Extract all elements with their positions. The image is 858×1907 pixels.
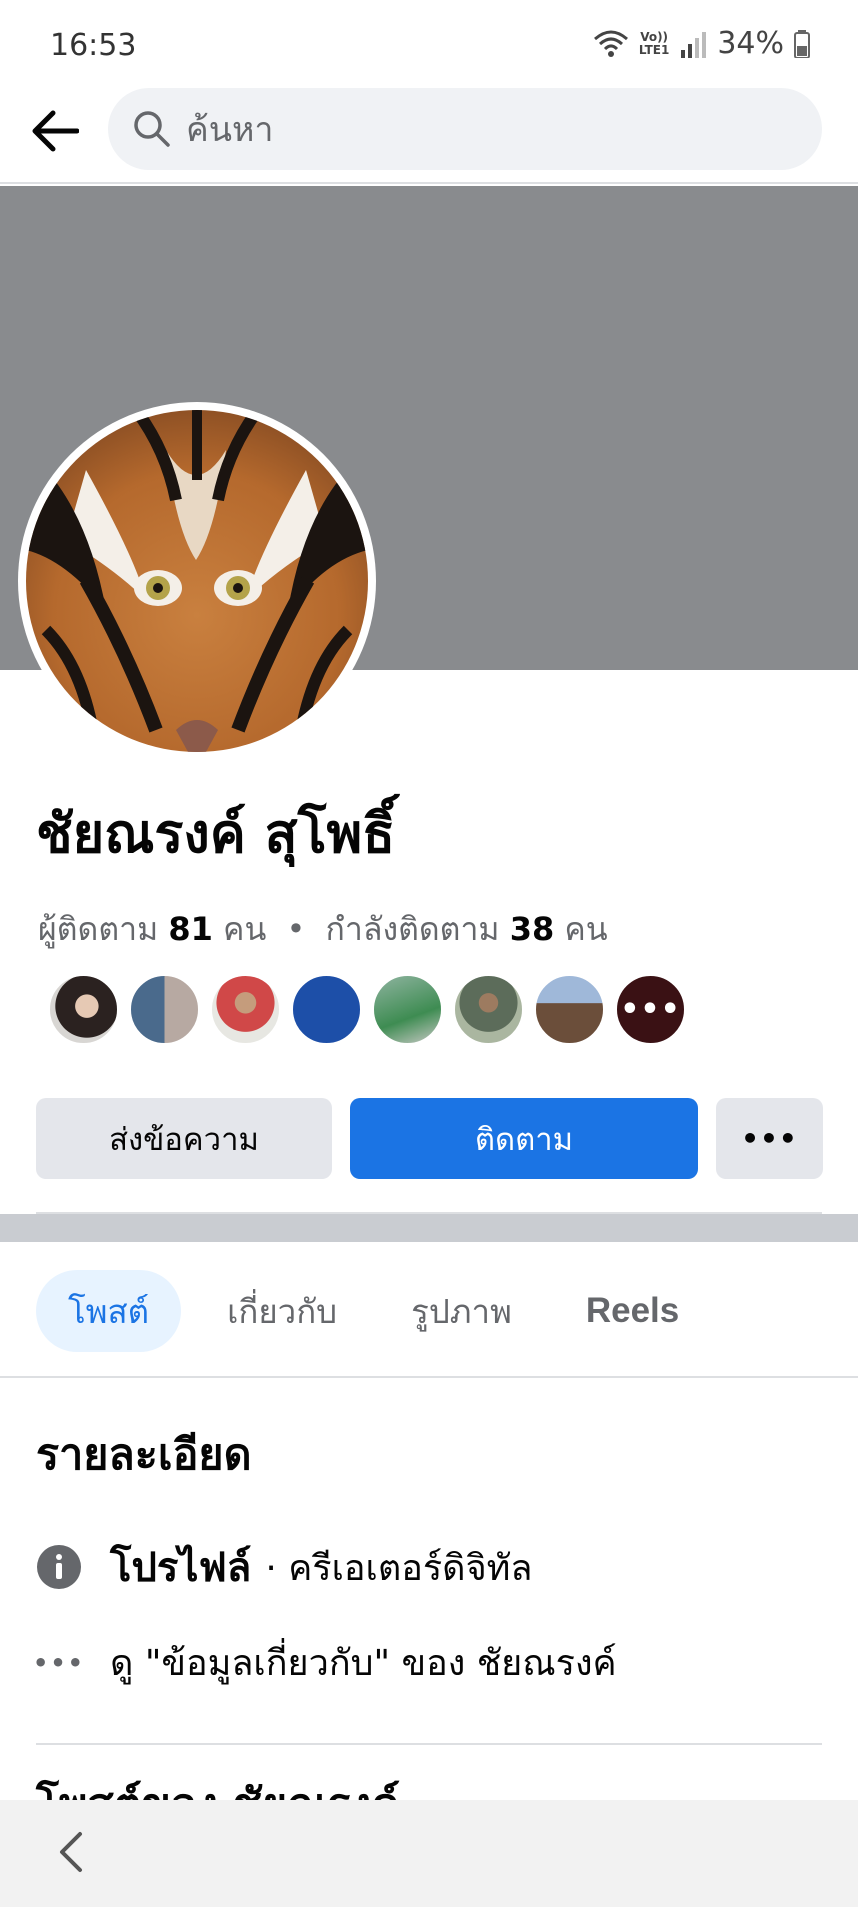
- battery-percent: 34%: [717, 26, 784, 61]
- top-bar: ค้นหา: [0, 82, 858, 184]
- profile-type-label: โปรไฟล์: [110, 1545, 252, 1591]
- search-input[interactable]: ค้นหา: [108, 88, 822, 170]
- followers-link[interactable]: ผู้ติดตาม 81 คน: [38, 910, 266, 948]
- more-options-button[interactable]: •••: [716, 1098, 823, 1179]
- profile-name: ชัยณรงค์ สุโพธิ์: [36, 802, 396, 865]
- friend-avatar[interactable]: [372, 974, 443, 1045]
- friend-avatar[interactable]: [453, 974, 524, 1045]
- info-icon: [36, 1544, 82, 1590]
- tab-reels[interactable]: Reels: [586, 1270, 679, 1352]
- tab-about[interactable]: เกี่ยวกับ: [227, 1270, 337, 1352]
- tiger-avatar-image: [26, 410, 368, 752]
- details-heading: รายละเอียด: [36, 1430, 252, 1480]
- section-divider: [0, 1214, 858, 1242]
- signal-icon: [681, 31, 707, 58]
- divider: [36, 1743, 822, 1745]
- follow-button[interactable]: ติดตาม: [350, 1098, 698, 1179]
- profile-avatar[interactable]: [18, 402, 376, 760]
- see-about-link[interactable]: ดู "ข้อมูลเกี่ยวกับ" ของ ชัยณรงค์: [110, 1634, 617, 1691]
- network-type-icon: Vo)) LTE1: [638, 29, 670, 57]
- profile-type-row: โปรไฟล์ · ครีเอเตอร์ดิจิทัล: [36, 1535, 532, 1599]
- tab-posts[interactable]: โพสต์: [36, 1270, 182, 1352]
- nav-back-icon[interactable]: [52, 1830, 96, 1874]
- more-dots-icon: •••: [32, 1648, 86, 1677]
- tab-photos[interactable]: รูปภาพ: [411, 1270, 512, 1352]
- system-nav-bar: [0, 1800, 858, 1907]
- status-icons: Vo)) LTE1 34%: [593, 26, 810, 61]
- status-time: 16:53: [50, 28, 137, 63]
- following-link[interactable]: กำลังติดตาม 38 คน: [326, 910, 608, 948]
- friend-avatar[interactable]: [291, 974, 362, 1045]
- status-bar: 16:53 Vo)) LTE1 34%: [0, 0, 858, 82]
- more-friends-button[interactable]: •••: [615, 974, 686, 1045]
- friend-avatar[interactable]: [48, 974, 119, 1045]
- friends-avatars: •••: [48, 974, 686, 1045]
- profile-tabs: โพสต์ เกี่ยวกับ รูปภาพ Reels: [36, 1270, 753, 1352]
- see-about-row[interactable]: ••• ดู "ข้อมูลเกี่ยวกับ" ของ ชัยณรงค์: [32, 1634, 617, 1691]
- search-icon: [134, 111, 170, 147]
- profile-category: · ครีเอเตอร์ดิจิทัล: [265, 1547, 533, 1589]
- friend-avatar[interactable]: [129, 974, 200, 1045]
- friend-avatar[interactable]: [534, 974, 605, 1045]
- divider: [0, 1376, 858, 1378]
- search-placeholder: ค้นหา: [186, 110, 274, 150]
- back-arrow-icon[interactable]: [26, 102, 84, 160]
- wifi-icon: [593, 30, 628, 57]
- battery-icon: [794, 29, 810, 58]
- message-button[interactable]: ส่งข้อความ: [36, 1098, 332, 1179]
- follow-stats: ผู้ติดตาม 81 คน • กำลังติดตาม 38 คน: [38, 910, 608, 948]
- friend-avatar[interactable]: [210, 974, 281, 1045]
